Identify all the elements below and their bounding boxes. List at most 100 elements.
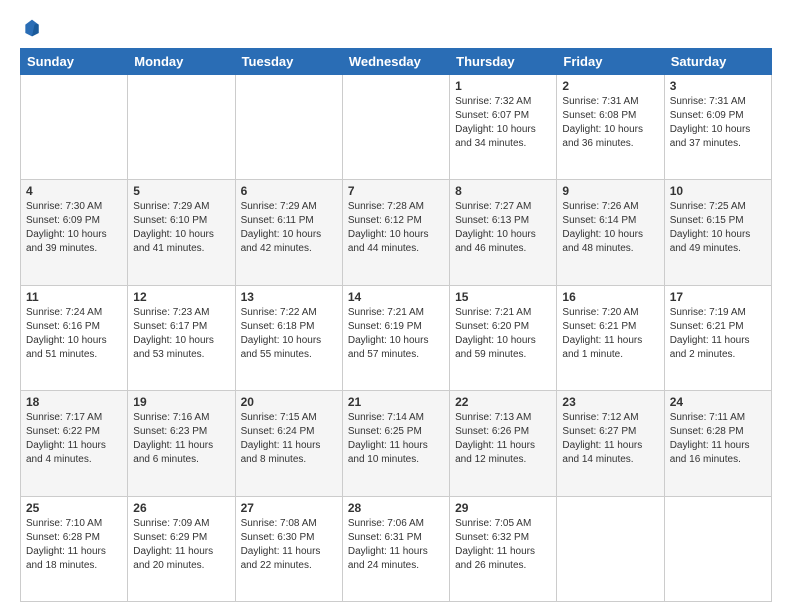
day-number: 5: [133, 184, 229, 198]
day-info: Sunrise: 7:06 AM Sunset: 6:31 PM Dayligh…: [348, 517, 444, 573]
day-info: Sunrise: 7:26 AM Sunset: 6:14 PM Dayligh…: [562, 200, 658, 256]
day-number: 4: [26, 184, 122, 198]
day-info: Sunrise: 7:29 AM Sunset: 6:10 PM Dayligh…: [133, 200, 229, 256]
day-number: 18: [26, 395, 122, 409]
day-info: Sunrise: 7:20 AM Sunset: 6:21 PM Dayligh…: [562, 306, 658, 362]
day-info: Sunrise: 7:32 AM Sunset: 6:07 PM Dayligh…: [455, 95, 551, 151]
calendar-week-3: 18 Sunrise: 7:17 AM Sunset: 6:22 PM Dayli…: [21, 391, 772, 496]
calendar-cell: [557, 496, 664, 601]
calendar-week-1: 4 Sunrise: 7:30 AM Sunset: 6:09 PM Daylig…: [21, 180, 772, 285]
day-info: Sunrise: 7:08 AM Sunset: 6:30 PM Dayligh…: [241, 517, 337, 573]
calendar-week-2: 11Sunrise: 7:24 AM Sunset: 6:16 PM Dayli…: [21, 285, 772, 390]
day-info: Sunrise: 7:10 AM Sunset: 6:28 PM Dayligh…: [26, 517, 122, 573]
day-info: Sunrise: 7:31 AM Sunset: 6:09 PM Dayligh…: [670, 95, 766, 151]
day-info: Sunrise: 7:09 AM Sunset: 6:29 PM Dayligh…: [133, 517, 229, 573]
weekday-header-friday: Friday: [557, 49, 664, 75]
day-number: 21: [348, 395, 444, 409]
day-number: 19: [133, 395, 229, 409]
calendar-cell: 21 Sunrise: 7:14 AM Sunset: 6:25 PM Dayli…: [342, 391, 449, 496]
day-info: Sunrise: 7:13 AM Sunset: 6:26 PM Dayligh…: [455, 411, 551, 467]
calendar-cell: 26 Sunrise: 7:09 AM Sunset: 6:29 PM Dayli…: [128, 496, 235, 601]
day-info: Sunrise: 7:21 AM Sunset: 6:19 PM Dayligh…: [348, 306, 444, 362]
day-info: Sunrise: 7:05 AM Sunset: 6:32 PM Dayligh…: [455, 517, 551, 573]
calendar-cell: 28 Sunrise: 7:06 AM Sunset: 6:31 PM Dayli…: [342, 496, 449, 601]
day-number: 27: [241, 501, 337, 515]
day-info: Sunrise: 7:14 AM Sunset: 6:25 PM Dayligh…: [348, 411, 444, 467]
weekday-header-saturday: Saturday: [664, 49, 771, 75]
day-number: 23: [562, 395, 658, 409]
day-info: Sunrise: 7:12 AM Sunset: 6:27 PM Dayligh…: [562, 411, 658, 467]
weekday-header-sunday: Sunday: [21, 49, 128, 75]
weekday-header-wednesday: Wednesday: [342, 49, 449, 75]
day-number: 3: [670, 79, 766, 93]
day-number: 12: [133, 290, 229, 304]
weekday-header-monday: Monday: [128, 49, 235, 75]
day-number: 20: [241, 395, 337, 409]
day-info: Sunrise: 7:30 AM Sunset: 6:09 PM Dayligh…: [26, 200, 122, 256]
day-info: Sunrise: 7:22 AM Sunset: 6:18 PM Dayligh…: [241, 306, 337, 362]
day-info: Sunrise: 7:31 AM Sunset: 6:08 PM Dayligh…: [562, 95, 658, 151]
calendar-cell: 7 Sunrise: 7:28 AM Sunset: 6:12 PM Daylig…: [342, 180, 449, 285]
weekday-header-tuesday: Tuesday: [235, 49, 342, 75]
calendar-cell: 25 Sunrise: 7:10 AM Sunset: 6:28 PM Dayli…: [21, 496, 128, 601]
calendar-cell: 10Sunrise: 7:25 AM Sunset: 6:15 PM Dayli…: [664, 180, 771, 285]
day-info: Sunrise: 7:16 AM Sunset: 6:23 PM Dayligh…: [133, 411, 229, 467]
day-number: 26: [133, 501, 229, 515]
calendar-cell: 1 Sunrise: 7:32 AM Sunset: 6:07 PM Daylig…: [450, 75, 557, 180]
calendar-cell: 19 Sunrise: 7:16 AM Sunset: 6:23 PM Dayli…: [128, 391, 235, 496]
header: [20, 20, 772, 38]
day-number: 8: [455, 184, 551, 198]
day-number: 24: [670, 395, 766, 409]
day-info: Sunrise: 7:27 AM Sunset: 6:13 PM Dayligh…: [455, 200, 551, 256]
day-number: 29: [455, 501, 551, 515]
day-number: 7: [348, 184, 444, 198]
calendar-cell: 20 Sunrise: 7:15 AM Sunset: 6:24 PM Dayli…: [235, 391, 342, 496]
day-info: Sunrise: 7:23 AM Sunset: 6:17 PM Dayligh…: [133, 306, 229, 362]
calendar-cell: 23 Sunrise: 7:12 AM Sunset: 6:27 PM Dayli…: [557, 391, 664, 496]
calendar-week-0: 1 Sunrise: 7:32 AM Sunset: 6:07 PM Daylig…: [21, 75, 772, 180]
day-number: 16: [562, 290, 658, 304]
calendar-cell: 6 Sunrise: 7:29 AM Sunset: 6:11 PM Daylig…: [235, 180, 342, 285]
calendar-cell: 13 Sunrise: 7:22 AM Sunset: 6:18 PM Dayli…: [235, 285, 342, 390]
calendar-cell: [235, 75, 342, 180]
page: SundayMondayTuesdayWednesdayThursdayFrid…: [0, 0, 792, 612]
day-number: 22: [455, 395, 551, 409]
calendar-cell: [664, 496, 771, 601]
calendar-cell: [342, 75, 449, 180]
calendar-cell: 27 Sunrise: 7:08 AM Sunset: 6:30 PM Dayli…: [235, 496, 342, 601]
calendar-week-4: 25 Sunrise: 7:10 AM Sunset: 6:28 PM Dayli…: [21, 496, 772, 601]
day-number: 13: [241, 290, 337, 304]
weekday-header-thursday: Thursday: [450, 49, 557, 75]
calendar-cell: 15Sunrise: 7:21 AM Sunset: 6:20 PM Dayli…: [450, 285, 557, 390]
day-number: 9: [562, 184, 658, 198]
calendar-cell: 24 Sunrise: 7:11 AM Sunset: 6:28 PM Dayli…: [664, 391, 771, 496]
logo-icon: [22, 18, 42, 38]
calendar-cell: 11Sunrise: 7:24 AM Sunset: 6:16 PM Dayli…: [21, 285, 128, 390]
calendar-cell: 17 Sunrise: 7:19 AM Sunset: 6:21 PM Dayli…: [664, 285, 771, 390]
day-number: 6: [241, 184, 337, 198]
calendar-cell: 4 Sunrise: 7:30 AM Sunset: 6:09 PM Daylig…: [21, 180, 128, 285]
day-info: Sunrise: 7:28 AM Sunset: 6:12 PM Dayligh…: [348, 200, 444, 256]
weekday-header-row: SundayMondayTuesdayWednesdayThursdayFrid…: [21, 49, 772, 75]
day-number: 28: [348, 501, 444, 515]
day-info: Sunrise: 7:25 AM Sunset: 6:15 PM Dayligh…: [670, 200, 766, 256]
day-info: Sunrise: 7:21 AM Sunset: 6:20 PM Dayligh…: [455, 306, 551, 362]
calendar-cell: 14Sunrise: 7:21 AM Sunset: 6:19 PM Dayli…: [342, 285, 449, 390]
calendar-cell: 9 Sunrise: 7:26 AM Sunset: 6:14 PM Daylig…: [557, 180, 664, 285]
calendar-cell: 18 Sunrise: 7:17 AM Sunset: 6:22 PM Dayli…: [21, 391, 128, 496]
calendar-cell: 12 Sunrise: 7:23 AM Sunset: 6:17 PM Dayli…: [128, 285, 235, 390]
day-number: 25: [26, 501, 122, 515]
day-info: Sunrise: 7:15 AM Sunset: 6:24 PM Dayligh…: [241, 411, 337, 467]
calendar-cell: 22 Sunrise: 7:13 AM Sunset: 6:26 PM Dayli…: [450, 391, 557, 496]
day-info: Sunrise: 7:19 AM Sunset: 6:21 PM Dayligh…: [670, 306, 766, 362]
day-info: Sunrise: 7:29 AM Sunset: 6:11 PM Dayligh…: [241, 200, 337, 256]
day-number: 17: [670, 290, 766, 304]
day-info: Sunrise: 7:17 AM Sunset: 6:22 PM Dayligh…: [26, 411, 122, 467]
calendar-cell: 5 Sunrise: 7:29 AM Sunset: 6:10 PM Daylig…: [128, 180, 235, 285]
day-info: Sunrise: 7:24 AM Sunset: 6:16 PM Dayligh…: [26, 306, 122, 362]
day-number: 1: [455, 79, 551, 93]
calendar-cell: [128, 75, 235, 180]
day-info: Sunrise: 7:11 AM Sunset: 6:28 PM Dayligh…: [670, 411, 766, 467]
day-number: 2: [562, 79, 658, 93]
logo: [20, 20, 42, 38]
